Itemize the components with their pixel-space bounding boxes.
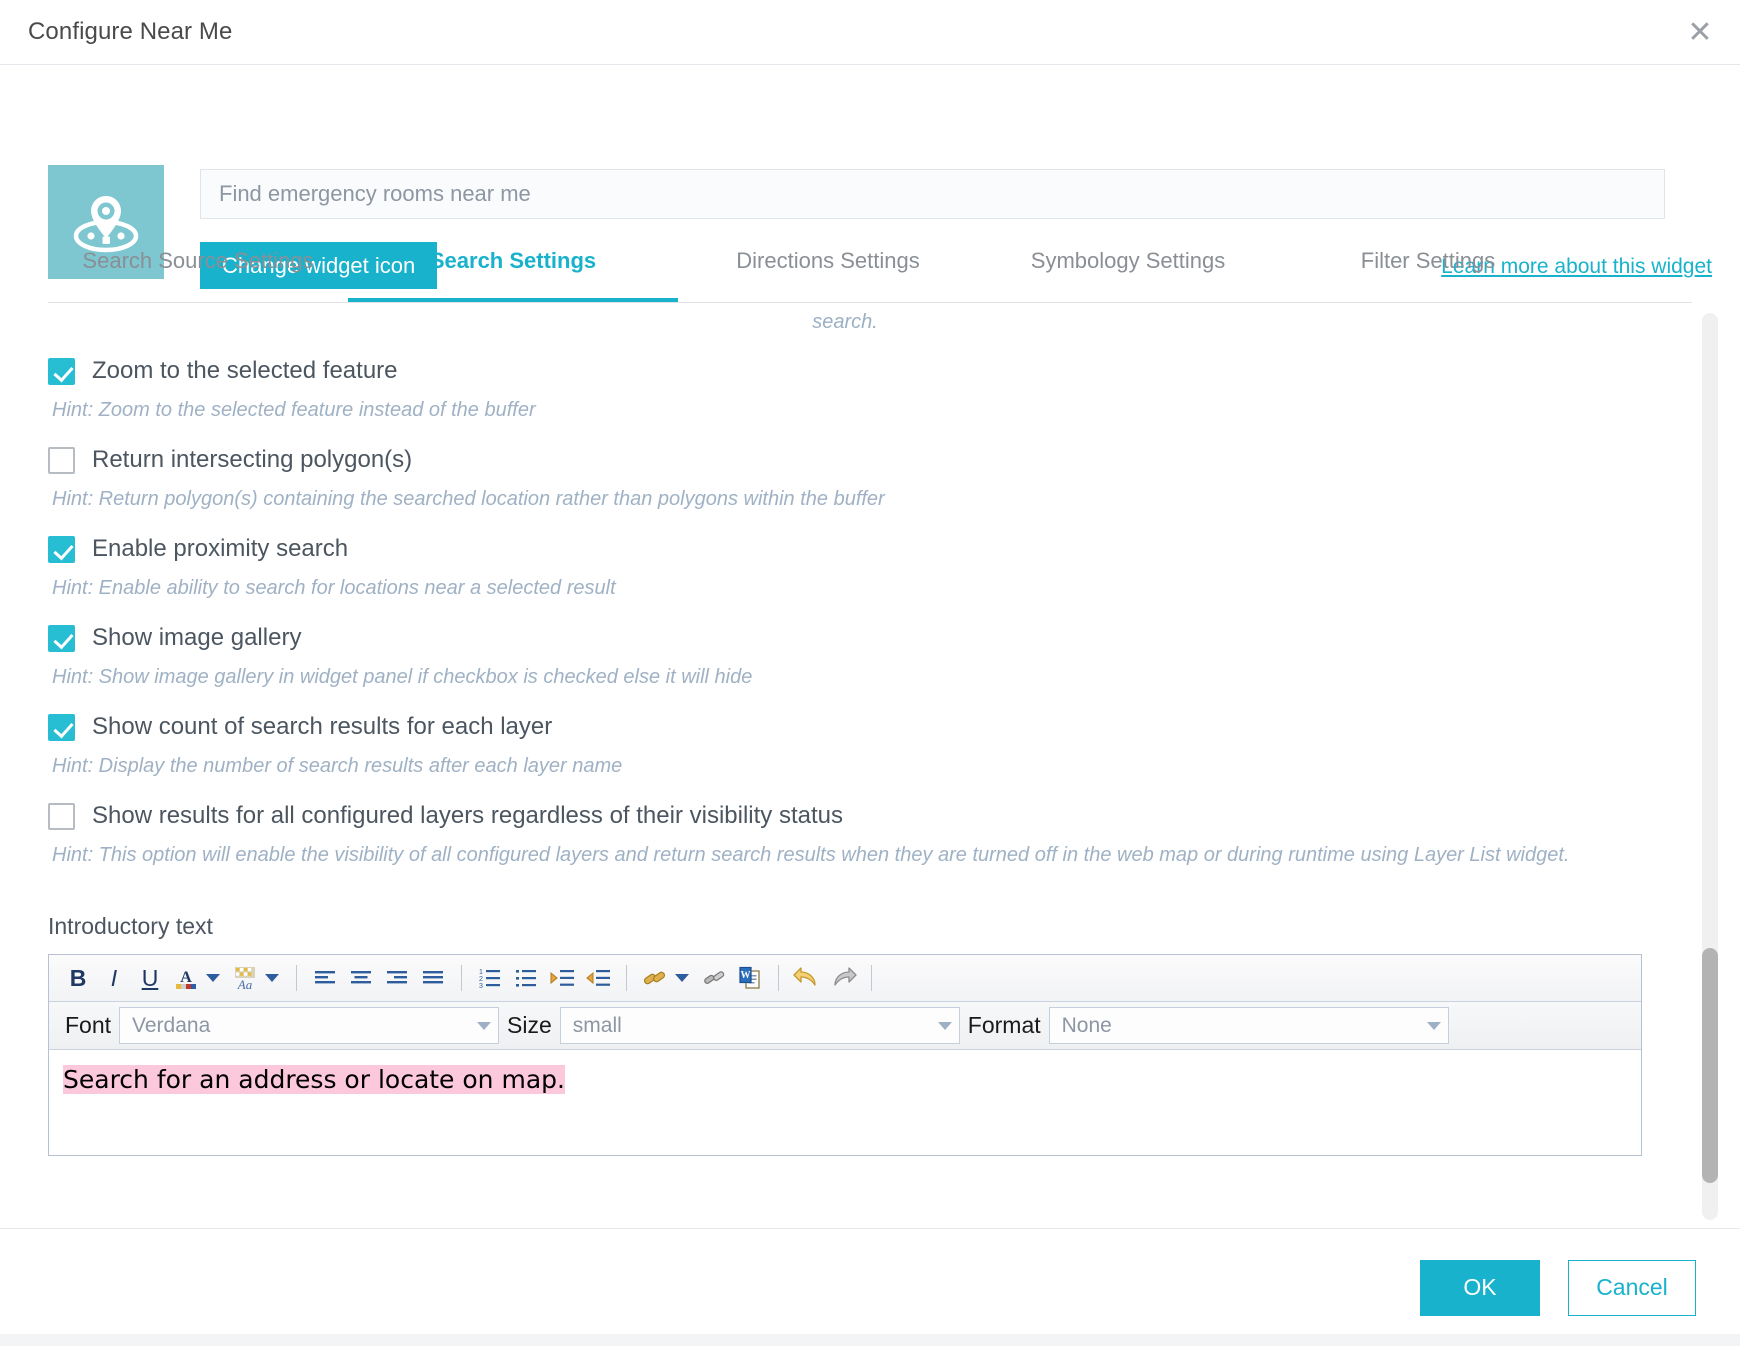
highlight-color-dropdown-icon[interactable] [265,974,279,982]
tab-symbology-settings[interactable]: Symbology Settings [978,243,1278,302]
ordered-list-icon[interactable]: 1 2 3 [473,961,507,995]
insert-link-dropdown-icon[interactable] [675,974,689,982]
undo-icon[interactable] [790,961,824,995]
format-select-value: None [1061,1013,1112,1037]
font-color-icon[interactable]: A [169,961,203,995]
remove-link-icon[interactable] [697,961,731,995]
svg-text:W: W [741,970,751,981]
chevron-down-icon [937,1021,952,1030]
option-hint: Hint: This option will enable the visibi… [52,844,1570,866]
option-show-image-gallery[interactable]: Show image gallery [48,624,1642,652]
paste-from-word-icon[interactable]: W [733,961,767,995]
underline-icon[interactable]: U [133,961,167,995]
checkbox-show-image-gallery[interactable] [48,624,75,652]
bold-glyph: B [69,964,87,991]
scrollbar-thumb[interactable] [1702,948,1718,1183]
editor-toolbar: B I U A Aa 1 2 3 W [49,955,1641,1002]
size-select[interactable]: small [559,1007,960,1044]
toolbar-divider [461,965,462,991]
clipped-hint-text: search. [812,311,878,333]
introductory-text-editor: B I U A Aa 1 2 3 W Font Verdana Size sma… [48,954,1642,1156]
tab-search-settings[interactable]: Search Settings [348,243,678,302]
editor-body-text[interactable]: Search for an address or locate on map. [63,1065,565,1094]
underline-glyph: U [141,964,159,991]
option-label: Show results for all configured layers r… [92,802,843,829]
format-select[interactable]: None [1048,1007,1449,1044]
window-bottom-strip [0,1334,1740,1346]
tab-filter-settings[interactable]: Filter Settings [1278,243,1578,302]
tab-search-source-settings[interactable]: Search Source Settings [48,243,348,302]
option-label: Return intersecting polygon(s) [92,446,413,473]
option-label: Show count of search results for each la… [92,713,553,740]
dialog-footer: OK Cancel [0,1228,1740,1346]
checkbox-enable-proximity-search[interactable] [48,535,75,563]
option-enable-proximity-search[interactable]: Enable proximity search [48,535,1642,563]
option-show-results-all-configured-layers[interactable]: Show results for all configured layers r… [48,802,1642,830]
font-select[interactable]: Verdana [119,1007,500,1044]
indent-icon[interactable] [545,961,579,995]
introductory-text-label: Introductory text [48,913,213,939]
insert-link-icon[interactable] [638,961,672,995]
settings-tabs: Search Source Settings Search Settings D… [48,243,1692,303]
checkbox-show-results-all-configured-layers[interactable] [48,802,75,830]
option-label: Zoom to the selected feature [92,357,398,384]
format-label: Format [967,1012,1041,1038]
option-hint: Hint: Zoom to the selected feature inste… [52,399,536,421]
align-center-icon[interactable] [344,961,378,995]
svg-text:Aa: Aa [237,977,253,991]
toolbar-divider [778,965,779,991]
italic-glyph: I [110,964,118,991]
font-label: Font [65,1012,112,1038]
option-hint: Hint: Enable ability to search for locat… [52,577,616,599]
chevron-down-icon [1426,1021,1441,1030]
toolbar-divider [296,965,297,991]
ok-button[interactable]: OK [1420,1259,1540,1316]
option-zoom-to-selected-feature[interactable]: Zoom to the selected feature [48,357,1642,385]
option-hint: Hint: Return polygon(s) containing the s… [52,488,885,510]
dialog-header: Change widget icon Learn more about this… [0,65,1740,289]
option-label: Show image gallery [92,624,302,651]
align-right-icon[interactable] [380,961,414,995]
unordered-list-icon[interactable] [509,961,543,995]
checkbox-show-count-of-search-results[interactable] [48,713,75,741]
option-return-intersecting-polygons[interactable]: Return intersecting polygon(s) [48,446,1642,474]
toolbar-divider [626,965,627,991]
highlight-color-icon[interactable]: Aa [228,961,262,995]
chevron-down-icon [477,1021,492,1030]
editor-content-area[interactable]: Search for an address or locate on map. [49,1050,1641,1155]
outdent-icon[interactable] [581,961,615,995]
font-color-dropdown-icon[interactable] [206,974,220,982]
bold-icon[interactable]: B [61,961,95,995]
widget-name-input[interactable] [200,169,1665,219]
font-select-value: Verdana [132,1013,211,1037]
option-hint: Hint: Show image gallery in widget panel… [52,666,753,688]
svg-text:A: A [180,969,192,986]
configure-near-me-dialog: Configure Near Me ✕ Change widget icon L… [0,0,1740,1346]
svg-text:1: 1 [479,969,483,976]
content-scrollbar[interactable] [1702,313,1718,1220]
tab-directions-settings[interactable]: Directions Settings [678,243,978,302]
size-label: Size [507,1012,552,1038]
option-hint: Hint: Display the number of search resul… [52,755,623,777]
cancel-button[interactable]: Cancel [1568,1259,1696,1316]
redo-icon[interactable] [826,961,860,995]
checkbox-zoom-to-selected-feature[interactable] [48,357,75,385]
option-show-count-of-search-results[interactable]: Show count of search results for each la… [48,713,1642,741]
align-justify-icon[interactable] [416,961,450,995]
svg-text:3: 3 [479,983,483,989]
align-left-icon[interactable] [308,961,342,995]
size-select-value: small [572,1013,622,1037]
search-settings-panel: search. Zoom to the selected feature Hin… [0,303,1690,1156]
editor-format-row: Font Verdana Size small Format None [49,1002,1641,1050]
close-icon[interactable]: ✕ [1682,16,1718,52]
dialog-titlebar: Configure Near Me ✕ [0,0,1740,65]
checkbox-return-intersecting-polygons[interactable] [48,446,75,474]
italic-icon[interactable]: I [97,961,131,995]
settings-scroll-area: search. Zoom to the selected feature Hin… [0,303,1740,1228]
svg-text:2: 2 [479,976,483,983]
dialog-title: Configure Near Me [28,18,233,45]
option-label: Enable proximity search [92,535,349,562]
toolbar-divider [871,965,872,991]
